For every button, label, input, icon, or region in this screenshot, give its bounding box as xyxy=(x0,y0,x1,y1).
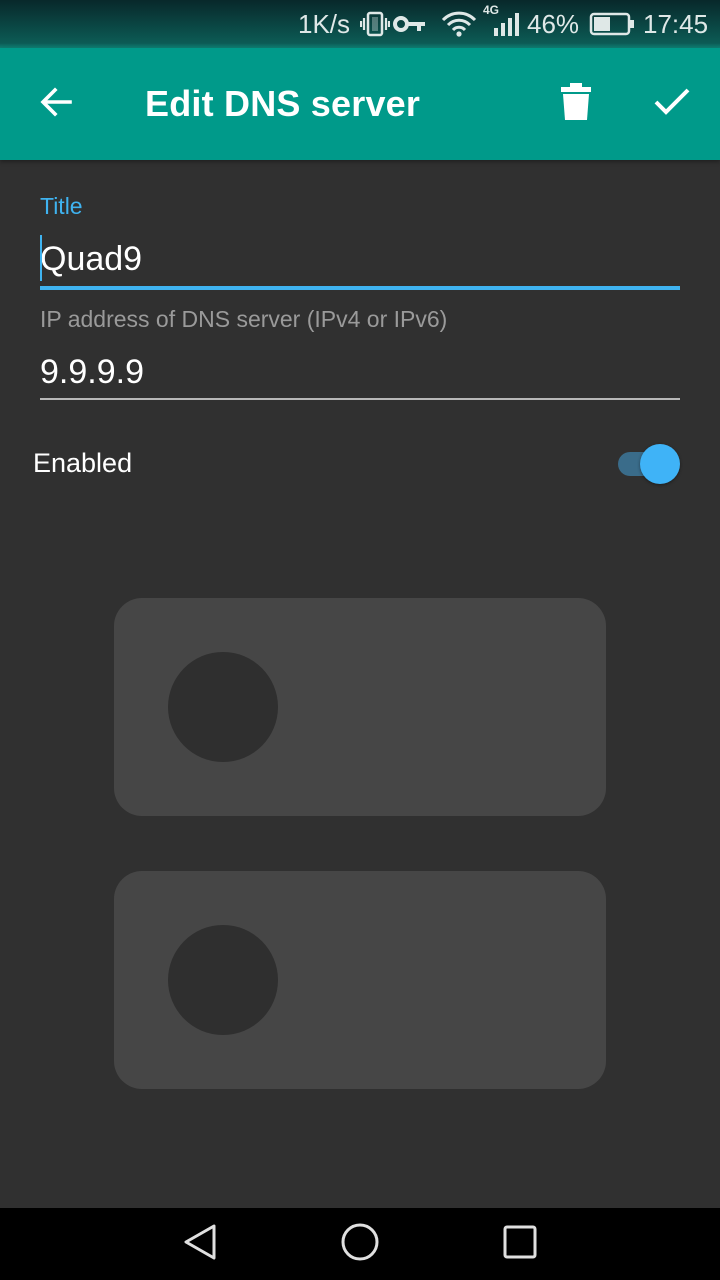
delete-button[interactable] xyxy=(548,76,604,132)
nav-recents-button[interactable] xyxy=(480,1208,560,1280)
back-arrow-icon xyxy=(38,84,74,125)
clock: 17:45 xyxy=(643,8,709,39)
nav-home-button[interactable] xyxy=(320,1208,400,1280)
save-button[interactable] xyxy=(644,76,700,132)
enabled-toggle[interactable] xyxy=(616,444,682,484)
ip-field-label: IP address of DNS server (IPv4 or IPv6) xyxy=(40,306,448,332)
vibrate-icon xyxy=(360,0,390,48)
check-icon xyxy=(653,87,691,122)
title-field-label: Title xyxy=(40,193,83,219)
placeholder-card xyxy=(114,598,606,816)
placeholder-circle xyxy=(168,925,278,1035)
placeholder-card xyxy=(114,871,606,1089)
battery-icon xyxy=(589,0,635,48)
status-bar: 1K/s 4G 46% 17:45 xyxy=(0,0,720,48)
ip-field-underline xyxy=(40,398,680,400)
page-title: Edit DNS server xyxy=(145,83,421,124)
back-triangle-icon xyxy=(182,1222,218,1267)
nav-back-button[interactable] xyxy=(160,1208,240,1280)
app-bar: Edit DNS server xyxy=(0,48,720,160)
net-speed: 1K/s xyxy=(298,8,351,39)
title-field-underline xyxy=(40,286,680,290)
navigation-bar xyxy=(0,1208,720,1280)
vpn-key-icon xyxy=(393,0,427,48)
home-circle-icon xyxy=(340,1222,380,1267)
enabled-label: Enabled xyxy=(33,448,133,478)
title-field[interactable]: Quad9 xyxy=(40,240,142,279)
toggle-thumb xyxy=(640,444,680,484)
ip-address-field[interactable]: 9.9.9.9 xyxy=(40,353,144,392)
battery-percent: 46% xyxy=(527,8,580,39)
back-button[interactable] xyxy=(28,76,84,132)
signal-icon xyxy=(492,0,524,48)
text-cursor xyxy=(40,235,42,281)
delete-icon xyxy=(560,82,592,126)
placeholder-circle xyxy=(168,652,278,762)
wifi-icon xyxy=(440,0,478,48)
recents-square-icon xyxy=(502,1224,538,1265)
